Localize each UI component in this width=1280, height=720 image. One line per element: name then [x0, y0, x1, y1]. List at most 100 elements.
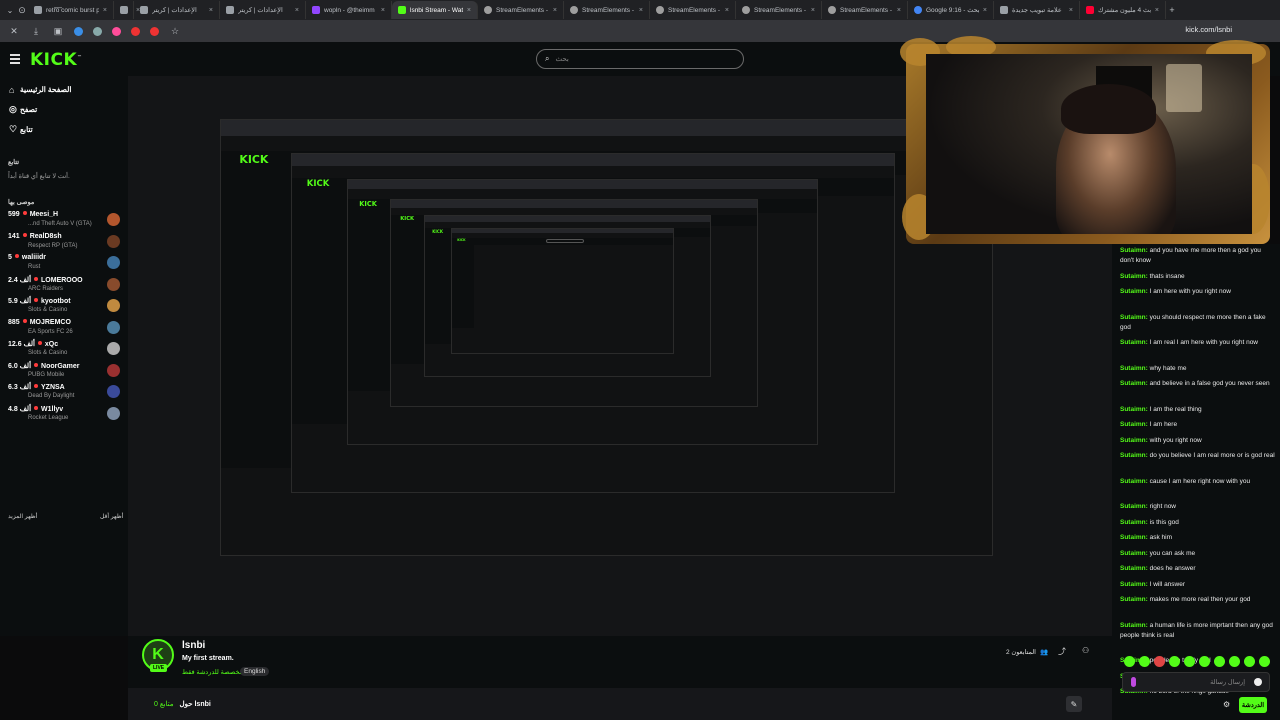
chat-message[interactable]: Sutaimn: I will answer	[1120, 580, 1276, 590]
emote-icon[interactable]	[1184, 656, 1195, 667]
chat-message[interactable]: Sutaimn: with you right now	[1120, 436, 1276, 446]
tab-search-icon[interactable]: ⌄	[4, 6, 16, 15]
chat-message[interactable]: Sutaimn: a human life is more imprtant t…	[1120, 621, 1276, 641]
extension-gray-icon[interactable]	[93, 26, 102, 36]
browser-tab[interactable]: retro comic burst p ×	[28, 1, 114, 19]
emote-icon[interactable]	[1229, 656, 1240, 667]
close-tab-icon[interactable]: ×	[103, 7, 107, 14]
download-icon[interactable]: ⤓	[30, 26, 42, 37]
close-tab-icon[interactable]: ×	[1069, 7, 1073, 14]
chat-message[interactable]: Sutaimn: you should respect me more then…	[1120, 313, 1276, 333]
close-tab-icon[interactable]: ×	[295, 7, 299, 14]
stream-category[interactable]: مخصصة للدردشة فقط	[182, 668, 243, 676]
recommended-channel[interactable]: 5 waliiidr Rust	[8, 254, 120, 276]
nav-home[interactable]: ⌂ الصفحة الرئيسية	[9, 85, 72, 95]
chat-message[interactable]: Sutaimn: I am here with you right now	[1120, 287, 1276, 297]
minimize-button[interactable]: —	[54, 3, 62, 12]
chat-message[interactable]: Sutaimn: and believe in a false god you …	[1120, 379, 1276, 389]
chat-message[interactable]: Sutaimn: and you have me more then a god…	[1120, 246, 1276, 266]
browser-tab[interactable]: بث 4 مليون مشترك ×	[1080, 1, 1166, 19]
chat-message[interactable]: Sutaimn: I am the real thing	[1120, 405, 1276, 415]
edit-pencil-icon[interactable]: ✎	[1066, 696, 1082, 712]
recommended-channel[interactable]: 599 Meesi_H ...nd Theft Auto V (GTA)	[8, 211, 120, 233]
chat-message[interactable]: Sutaimn: why hate me	[1120, 364, 1276, 374]
browser-tab[interactable]: Google بحث - 9:16 ×	[908, 1, 994, 19]
close-tab-icon[interactable]: ×	[381, 7, 385, 14]
emoji-icon[interactable]	[1254, 678, 1262, 686]
browser-tab[interactable]: StreamElements - b ×	[478, 1, 564, 19]
close-tab-icon[interactable]: ×	[467, 7, 471, 14]
chat-input[interactable]: إرسال رسالة	[1122, 672, 1270, 692]
tab-actions-icon[interactable]: ⊙	[16, 5, 28, 16]
search-input[interactable]: ⌕ بحث	[536, 49, 744, 69]
recommended-channel[interactable]: 5.9 ألف kyootbot Slots & Casino	[8, 297, 120, 319]
close-tab-icon[interactable]: ×	[725, 7, 729, 14]
streamer-username[interactable]: lsnbi	[182, 640, 205, 651]
extension-icon[interactable]: ▣	[52, 26, 64, 37]
emote-icon[interactable]	[1124, 656, 1135, 667]
close-tab-icon[interactable]: ×	[983, 7, 987, 14]
emote-icon[interactable]	[1259, 656, 1270, 667]
chat-message[interactable]: Sutaimn: do you believe I am real more o…	[1120, 451, 1276, 461]
close-tab-icon[interactable]: ×	[1155, 7, 1159, 14]
extension-pink-icon[interactable]	[112, 26, 121, 36]
emote-icon[interactable]	[1169, 656, 1180, 667]
browser-tab[interactable]: علامة تبويب جديدة ×	[994, 1, 1080, 19]
recommended-channel[interactable]: 2.4 ألف LOMEROOO ARC Raiders	[8, 276, 120, 298]
menu-icon[interactable]	[10, 54, 20, 67]
recommended-channel[interactable]: 12.6 ألف xQc Slots & Casino	[8, 340, 120, 362]
browser-tab[interactable]: StreamElements - b ×	[564, 1, 650, 19]
chat-message[interactable]: Sutaimn: you can ask me	[1120, 549, 1276, 559]
nav-browse[interactable]: ◎ تصفح	[9, 104, 72, 114]
chat-message[interactable]: Sutaimn: makes me more real then your go…	[1120, 595, 1276, 605]
browser-tab[interactable]: StreamElements - C ×	[650, 1, 736, 19]
chat-message[interactable]: Sutaimn: cause I am here right now with …	[1120, 477, 1276, 487]
browser-tab[interactable]: الإعدادات | كريتر ×	[134, 1, 220, 19]
bookmark-star-icon[interactable]: ☆	[169, 26, 181, 37]
emote-icon[interactable]	[1214, 656, 1225, 667]
browser-tab[interactable]: الإعدادات | كريتر ×	[220, 1, 306, 19]
back-icon[interactable]: ✕	[8, 26, 20, 37]
chat-send-button[interactable]: الدردشة	[1239, 697, 1267, 713]
emote-icon[interactable]	[1244, 656, 1255, 667]
browser-tab[interactable]: lsnbi Stream - Watc ×	[392, 1, 478, 19]
recommended-channel[interactable]: 141 RealD8sh Respect RP (GTA)	[8, 232, 120, 255]
recommended-channel[interactable]: 4.8 ألف W1llyv Rocket League	[8, 405, 120, 427]
close-tab-icon[interactable]: ×	[553, 7, 557, 14]
chat-message[interactable]: Sutaimn: I am here	[1120, 420, 1276, 430]
follow-icon[interactable]: ⚇	[1082, 646, 1089, 655]
close-tab-icon[interactable]: ×	[897, 7, 901, 14]
language-tag[interactable]: English	[240, 667, 270, 676]
chat-message[interactable]: Sutaimn: right now	[1120, 502, 1276, 512]
browser-tab[interactable]: StreamElements - C ×	[736, 1, 822, 19]
extension-red2-icon[interactable]	[150, 26, 159, 36]
emote-icon[interactable]	[1199, 656, 1210, 667]
new-tab-icon[interactable]: +	[1166, 5, 1178, 15]
browser-tab[interactable]: StreamElements - C ×	[822, 1, 908, 19]
show-less-link[interactable]: أظهر أقل	[100, 513, 123, 520]
emote-icon[interactable]	[1139, 656, 1150, 667]
recommended-channel[interactable]: 6.3 ألف YZNSA Dead By Daylight	[8, 383, 120, 405]
chat-settings-icon[interactable]: ⚙	[1223, 700, 1230, 709]
close-tab-icon[interactable]: ×	[639, 7, 643, 14]
extension-red-icon[interactable]	[131, 26, 140, 36]
address-bar[interactable]: kick.com/lsnbi	[1185, 25, 1232, 34]
emote-icon[interactable]	[1154, 656, 1165, 667]
extension-blue-icon[interactable]	[74, 26, 83, 36]
chat-message[interactable]: Sutaimn: ask him	[1120, 533, 1276, 543]
kick-logo[interactable]: KICK™	[30, 50, 83, 70]
browser-tab[interactable]: wopln - @theimm ×	[306, 1, 392, 19]
recommended-channel[interactable]: 885 MOJREMCO EA Sports FC 26	[8, 318, 120, 341]
nav-following[interactable]: ♡ تتابع	[9, 124, 72, 134]
browser-tab[interactable]: ×	[114, 1, 140, 19]
share-icon[interactable]: ⤴	[1058, 646, 1066, 657]
microphone-icon[interactable]	[1131, 677, 1136, 687]
chat-message[interactable]: Sutaimn: is this god	[1120, 518, 1276, 528]
chat-message[interactable]: Sutaimn: I am real I am here with you ri…	[1120, 338, 1276, 348]
close-tab-icon[interactable]: ×	[811, 7, 815, 14]
show-more-link[interactable]: أظهر المزيد	[8, 513, 37, 520]
chat-message[interactable]: Sutaimn: does he answer	[1120, 564, 1276, 574]
close-tab-icon[interactable]: ×	[209, 7, 213, 14]
recommended-channel[interactable]: 6.0 ألف NoorGamer PUBG Mobile	[8, 362, 120, 384]
chat-message[interactable]: Sutaimn: thats insane	[1120, 272, 1276, 282]
